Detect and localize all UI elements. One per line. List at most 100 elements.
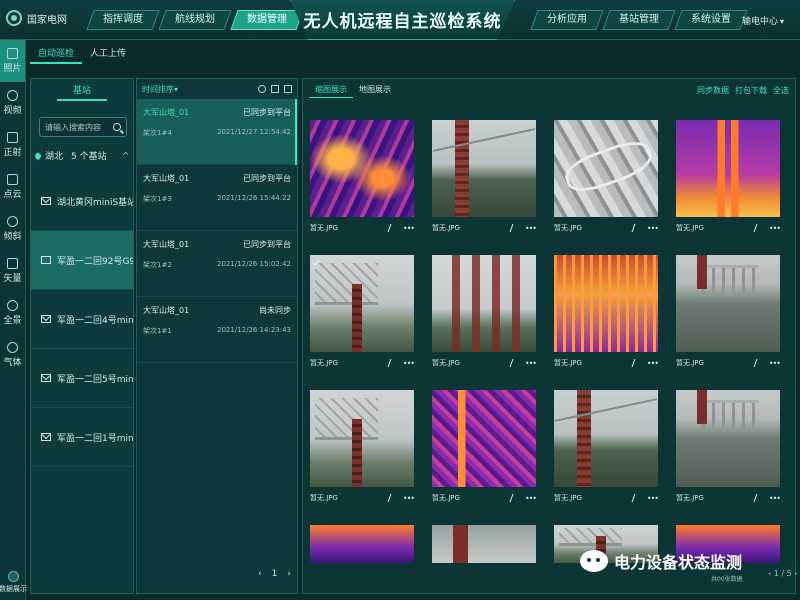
more-icon[interactable]: ••• [403,224,415,233]
rail-item-panorama[interactable]: 全景 [0,292,25,334]
region-group[interactable]: 湖北 5 个基站 ^ [33,149,129,162]
more-icon[interactable]: ••• [525,494,537,503]
prev-page-button[interactable]: ‹ [258,569,262,579]
thumbnail-card[interactable]: ✓ 暂无.JPG ••• [310,255,415,374]
download-button[interactable]: 打包下载 [735,85,767,96]
tab-stations[interactable]: 基站 [57,83,107,101]
thumbnail-card[interactable]: 暂无.JPG ••• [310,120,415,239]
search-input[interactable] [45,122,113,132]
edit-icon[interactable] [631,224,641,232]
thumbnail-card[interactable]: 暂无.JPG ••• [554,390,659,509]
nav-system-settings[interactable]: 系统设置 [674,10,748,30]
tab-manual-upload[interactable]: 人工上传 [82,44,134,64]
edit-icon[interactable] [631,494,641,502]
edit-icon[interactable] [387,224,397,232]
sync-data-button[interactable]: 同步数据 [697,85,729,96]
rail-item-gas[interactable]: 气体 [0,334,25,376]
station-item[interactable]: 军盈一二回5号mini... [31,349,133,408]
grid-view-icon[interactable] [284,85,292,93]
search-icon[interactable] [113,123,121,131]
rail-item-pointcloud[interactable]: 点云 [0,166,25,208]
thumbnail-image[interactable]: ✓ [310,255,414,352]
nav-data-management[interactable]: 数据管理 [230,10,304,30]
thumbnail-card[interactable] [310,525,414,563]
thumbnail-image[interactable] [676,390,780,487]
more-icon[interactable]: ••• [769,494,781,503]
tab-thumbnail-view[interactable]: 缩图展示 [309,82,353,98]
thumbnail-card[interactable]: 暂无.JPG ••• [676,255,781,374]
file-name: 暂无.JPG [554,494,582,502]
rail-item-photo[interactable]: 照片 [0,40,25,82]
rail-item-video[interactable]: 视频 [0,82,25,124]
thumbnail-card[interactable]: 暂无.JPG ••• [676,120,781,239]
more-icon[interactable]: ••• [525,359,537,368]
more-icon[interactable]: ••• [403,494,415,503]
more-icon[interactable]: ••• [403,359,415,368]
thumbnail-card[interactable]: 暂无.JPG ••• [554,255,659,374]
collapse-icon[interactable]: ^ [122,151,129,160]
edit-icon[interactable] [509,224,519,232]
thumbnail-card[interactable]: 暂无.JPG ••• [676,390,781,509]
station-label: 军盈一二回92号G90... [57,256,133,267]
thumbnail-image[interactable] [676,255,780,352]
nav-analysis[interactable]: 分析应用 [530,10,604,30]
thumbnail-image[interactable] [554,390,658,487]
edit-icon[interactable] [387,494,397,502]
nav-dispatch[interactable]: 指挥调度 [86,10,160,30]
thumbnail-image[interactable] [432,120,536,217]
record-item[interactable]: 大军山塔_01 已同步到平台 架次1#2 2021/12/26 15:02:42 [137,231,297,297]
more-icon[interactable]: ••• [769,224,781,233]
nav-station-management[interactable]: 基站管理 [602,10,676,30]
rail-item-vector[interactable]: 矢量 [0,250,25,292]
user-menu[interactable]: 输电中心 ▾ [742,14,784,27]
thumbnail-card[interactable] [432,525,536,563]
more-icon[interactable]: ••• [647,224,659,233]
rail-item-ortho[interactable]: 正射 [0,124,25,166]
thumbnail-card[interactable]: 暂无.JPG ••• [554,120,659,239]
tab-map-view[interactable]: 地图展示 [353,82,397,98]
checkmark-icon[interactable]: ✓ [313,259,321,269]
more-icon[interactable]: ••• [647,494,659,503]
thumbnail-image[interactable] [310,525,414,563]
thumbnail-card[interactable]: 暂无.JPG ••• [310,390,415,509]
trash-icon[interactable] [271,85,279,93]
thumbnail-image[interactable] [432,390,536,487]
edit-icon[interactable] [387,359,397,367]
station-item[interactable]: 军盈一二回1号mini... [31,408,133,467]
thumbnail-image[interactable] [310,390,414,487]
select-all-button[interactable]: 全选 [773,85,789,96]
gallery-pager[interactable]: ‹ 1 / 5 › [768,569,797,578]
more-icon[interactable]: ••• [647,359,659,368]
search-icon[interactable] [258,85,266,93]
data-display-toggle[interactable]: 数据展示 [0,571,27,594]
file-name: 暂无.JPG [310,494,338,502]
thumbnail-image[interactable] [554,120,658,217]
edit-icon[interactable] [753,359,763,367]
edit-icon[interactable] [753,224,763,232]
thumbnail-image[interactable] [432,255,536,352]
thumbnail-image[interactable] [554,255,658,352]
edit-icon[interactable] [509,494,519,502]
edit-icon[interactable] [509,359,519,367]
record-item[interactable]: 大军山塔_01 尚未同步 架次1#1 2021/12/26 14:23:43 [137,297,297,363]
station-item[interactable]: 湖北黄冈miniS基站 [31,172,133,231]
thumbnail-image[interactable] [676,120,780,217]
edit-icon[interactable] [753,494,763,502]
tab-auto-inspection[interactable]: 自动巡检 [30,44,83,64]
station-item[interactable]: 军盈一二回92号G90... [31,231,133,290]
next-page-button[interactable]: › [287,569,291,579]
thumbnail-card[interactable]: 暂无.JPG ••• [432,390,537,509]
thumbnail-image[interactable] [432,525,536,563]
edit-icon[interactable] [631,359,641,367]
thumbnail-image[interactable] [310,120,414,217]
nav-route-planning[interactable]: 航线规划 [158,10,232,30]
more-icon[interactable]: ••• [769,359,781,368]
thumbnail-card[interactable]: 暂无.JPG ••• [432,120,537,239]
sort-dropdown[interactable]: 时间排序▾ [142,84,178,95]
record-item[interactable]: 大军山塔_01 已同步到平台 架次1#4 2021/12/27 12:54:42 [137,99,297,165]
rail-item-oblique[interactable]: 倾斜 [0,208,25,250]
more-icon[interactable]: ••• [525,224,537,233]
record-item[interactable]: 大军山塔_01 已同步到平台 架次1#3 2021/12/26 15:44:22 [137,165,297,231]
station-item[interactable]: 军盈一二回4号mini... [31,290,133,349]
thumbnail-card[interactable]: 暂无.JPG ••• [432,255,537,374]
